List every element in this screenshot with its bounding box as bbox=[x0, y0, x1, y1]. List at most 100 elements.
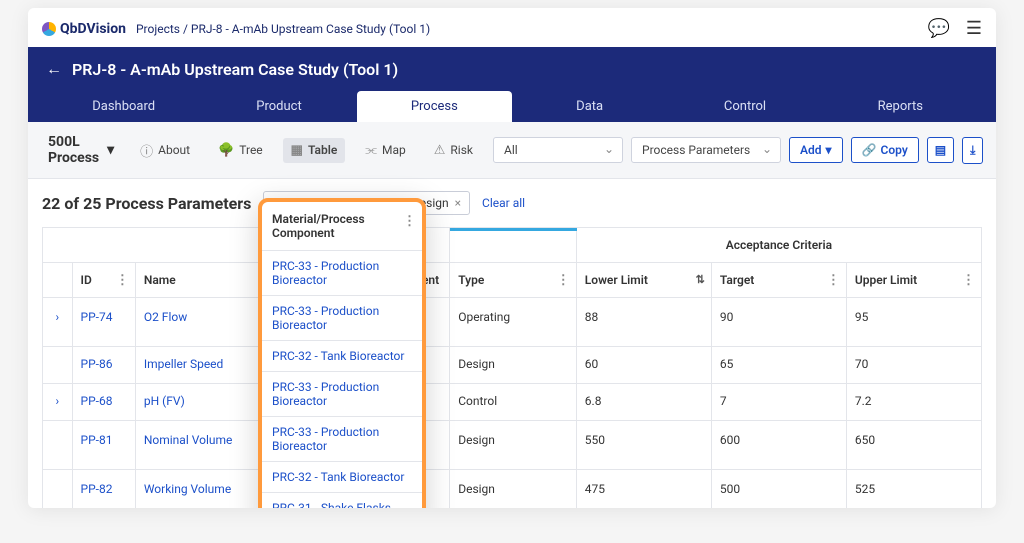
col-group-acceptance: Acceptance Criteria bbox=[576, 228, 981, 263]
row-lower-limit: 550 bbox=[576, 421, 711, 470]
col-lower-limit[interactable]: Lower Limit⇅ bbox=[576, 263, 711, 298]
clear-all-filters[interactable]: Clear all bbox=[482, 196, 525, 210]
row-name[interactable]: pH (FV) bbox=[135, 384, 272, 421]
export-icon: ⤓ bbox=[970, 143, 975, 158]
col-target[interactable]: Target⋮ bbox=[711, 263, 846, 298]
material-item[interactable]: PRC-33 - Production Bioreactor bbox=[262, 372, 422, 417]
row-id[interactable]: PP-86 bbox=[72, 347, 135, 384]
chat-icon[interactable]: 💬 bbox=[927, 18, 949, 39]
expand-toggle[interactable] bbox=[43, 347, 73, 384]
col-type[interactable]: Type⋮ bbox=[450, 263, 577, 298]
risk-button[interactable]: ⚠Risk bbox=[426, 138, 481, 163]
toolbar: 500L Process ▾ ⓘAbout 🌳Tree ▦Table ⫘Map … bbox=[28, 122, 996, 179]
expand-toggle[interactable] bbox=[43, 421, 73, 470]
row-upper-limit: 95 bbox=[846, 298, 981, 347]
map-icon: ⫘ bbox=[365, 143, 377, 158]
expand-toggle[interactable]: › bbox=[43, 298, 73, 347]
table-row: PP-82Working VolumeDesign475500525 bbox=[43, 470, 982, 509]
kebab-icon[interactable]: ⋮ bbox=[827, 273, 840, 288]
brand-name: QbDVision bbox=[60, 21, 126, 37]
columns-button[interactable]: ▤ bbox=[927, 137, 954, 163]
expand-toggle[interactable] bbox=[43, 470, 73, 509]
top-strip: QbDVision Projects / PRJ-8 - A-mAb Upstr… bbox=[28, 8, 996, 47]
row-type: Control bbox=[450, 384, 577, 421]
row-upper-limit: 7.2 bbox=[846, 384, 981, 421]
kebab-icon[interactable]: ⋮ bbox=[403, 214, 416, 229]
row-lower-limit: 475 bbox=[576, 470, 711, 509]
row-name[interactable]: Working Volume bbox=[135, 470, 272, 509]
row-target: 65 bbox=[711, 347, 846, 384]
table-row: ›PP-74O2 Flow Operating889095 bbox=[43, 298, 982, 347]
material-column-callout: Material/Process Component ⋮ PRC-33 - Pr… bbox=[258, 198, 426, 508]
col-upper-limit[interactable]: Upper Limit⋮ bbox=[846, 263, 981, 298]
row-lower-limit: 88 bbox=[576, 298, 711, 347]
kebab-icon[interactable]: ⋮ bbox=[116, 273, 129, 288]
breadcrumb-path: PRJ-8 - A-mAb Upstream Case Study (Tool … bbox=[191, 22, 430, 36]
data-table-wrap: Acceptance Criteria ID⋮ Name Material/Pr… bbox=[28, 227, 996, 508]
primary-tabs: Dashboard Product Process Data Control R… bbox=[46, 91, 978, 122]
data-table: Acceptance Criteria ID⋮ Name Material/Pr… bbox=[42, 227, 982, 508]
project-title: PRJ-8 - A-mAb Upstream Case Study (Tool … bbox=[72, 60, 398, 79]
material-item[interactable]: PRC-32 - Tank Bioreactor bbox=[262, 341, 422, 372]
kebab-icon[interactable]: ⋮ bbox=[962, 273, 975, 288]
kebab-icon[interactable]: ⋮ bbox=[557, 273, 570, 288]
row-name[interactable]: Nominal Volume bbox=[135, 421, 272, 470]
row-upper-limit: 525 bbox=[846, 470, 981, 509]
tab-data[interactable]: Data bbox=[512, 91, 667, 122]
row-id[interactable]: PP-74 bbox=[72, 298, 135, 347]
row-type: Operating bbox=[450, 298, 577, 347]
row-type: Design bbox=[450, 421, 577, 470]
row-upper-limit: 650 bbox=[846, 421, 981, 470]
material-item[interactable]: PRC-31 - Shake Flasks bbox=[262, 493, 422, 508]
row-name[interactable]: O2 Flow bbox=[135, 298, 272, 347]
parameter-type-select[interactable]: Process Parameters bbox=[631, 137, 781, 163]
row-target: 600 bbox=[711, 421, 846, 470]
col-name[interactable]: Name bbox=[135, 263, 272, 298]
row-lower-limit: 6.8 bbox=[576, 384, 711, 421]
about-button[interactable]: ⓘAbout bbox=[132, 136, 198, 165]
logo-icon bbox=[42, 22, 56, 36]
row-id[interactable]: PP-82 bbox=[72, 470, 135, 509]
material-column-header: Material/Process Component bbox=[272, 212, 365, 240]
process-selector[interactable]: 500L Process ▾ bbox=[42, 130, 120, 170]
copy-button[interactable]: 🔗Copy bbox=[851, 137, 919, 163]
back-arrow-icon[interactable]: ← bbox=[46, 59, 62, 79]
add-button[interactable]: Add ▾ bbox=[789, 137, 843, 163]
info-icon: ⓘ bbox=[140, 141, 153, 160]
link-icon: 🔗 bbox=[862, 143, 877, 157]
row-target: 90 bbox=[711, 298, 846, 347]
col-id[interactable]: ID⋮ bbox=[72, 263, 135, 298]
row-upper-limit: 70 bbox=[846, 347, 981, 384]
filter-select[interactable]: All bbox=[493, 137, 623, 163]
row-id[interactable]: PP-68 bbox=[72, 384, 135, 421]
material-item[interactable]: PRC-33 - Production Bioreactor bbox=[262, 251, 422, 296]
material-item[interactable]: PRC-33 - Production Bioreactor bbox=[262, 417, 422, 462]
row-name[interactable]: Impeller Speed bbox=[135, 347, 272, 384]
tree-button[interactable]: 🌳Tree bbox=[210, 138, 271, 163]
tab-dashboard[interactable]: Dashboard bbox=[46, 91, 201, 122]
table-row: ›PP-68pH (FV) Control6.877.2 bbox=[43, 384, 982, 421]
row-id[interactable]: PP-81 bbox=[72, 421, 135, 470]
tab-reports[interactable]: Reports bbox=[823, 91, 978, 122]
map-button[interactable]: ⫘Map bbox=[357, 138, 413, 163]
table-row: PP-81Nominal Volume Design550600650 bbox=[43, 421, 982, 470]
project-header: ← PRJ-8 - A-mAb Upstream Case Study (Too… bbox=[28, 47, 996, 122]
logo[interactable]: QbDVision bbox=[42, 21, 126, 37]
expand-toggle[interactable]: › bbox=[43, 384, 73, 421]
export-button[interactable]: ⤓ bbox=[962, 137, 983, 164]
tab-process[interactable]: Process bbox=[357, 91, 512, 122]
sort-icon[interactable]: ⇅ bbox=[696, 273, 705, 286]
tab-product[interactable]: Product bbox=[201, 91, 356, 122]
material-item[interactable]: PRC-33 - Production Bioreactor bbox=[262, 296, 422, 341]
table-button[interactable]: ▦Table bbox=[283, 138, 346, 163]
process-selector-label: 500L Process bbox=[48, 134, 99, 166]
remove-chip-icon[interactable]: × bbox=[455, 196, 461, 210]
risk-icon: ⚠ bbox=[434, 143, 446, 158]
table-icon: ▦ bbox=[291, 143, 303, 158]
tab-control[interactable]: Control bbox=[667, 91, 822, 122]
row-lower-limit: 60 bbox=[576, 347, 711, 384]
breadcrumb-projects[interactable]: Projects bbox=[136, 22, 180, 36]
row-target: 7 bbox=[711, 384, 846, 421]
material-item[interactable]: PRC-32 - Tank Bioreactor bbox=[262, 462, 422, 493]
menu-icon[interactable]: ☰ bbox=[966, 18, 982, 39]
